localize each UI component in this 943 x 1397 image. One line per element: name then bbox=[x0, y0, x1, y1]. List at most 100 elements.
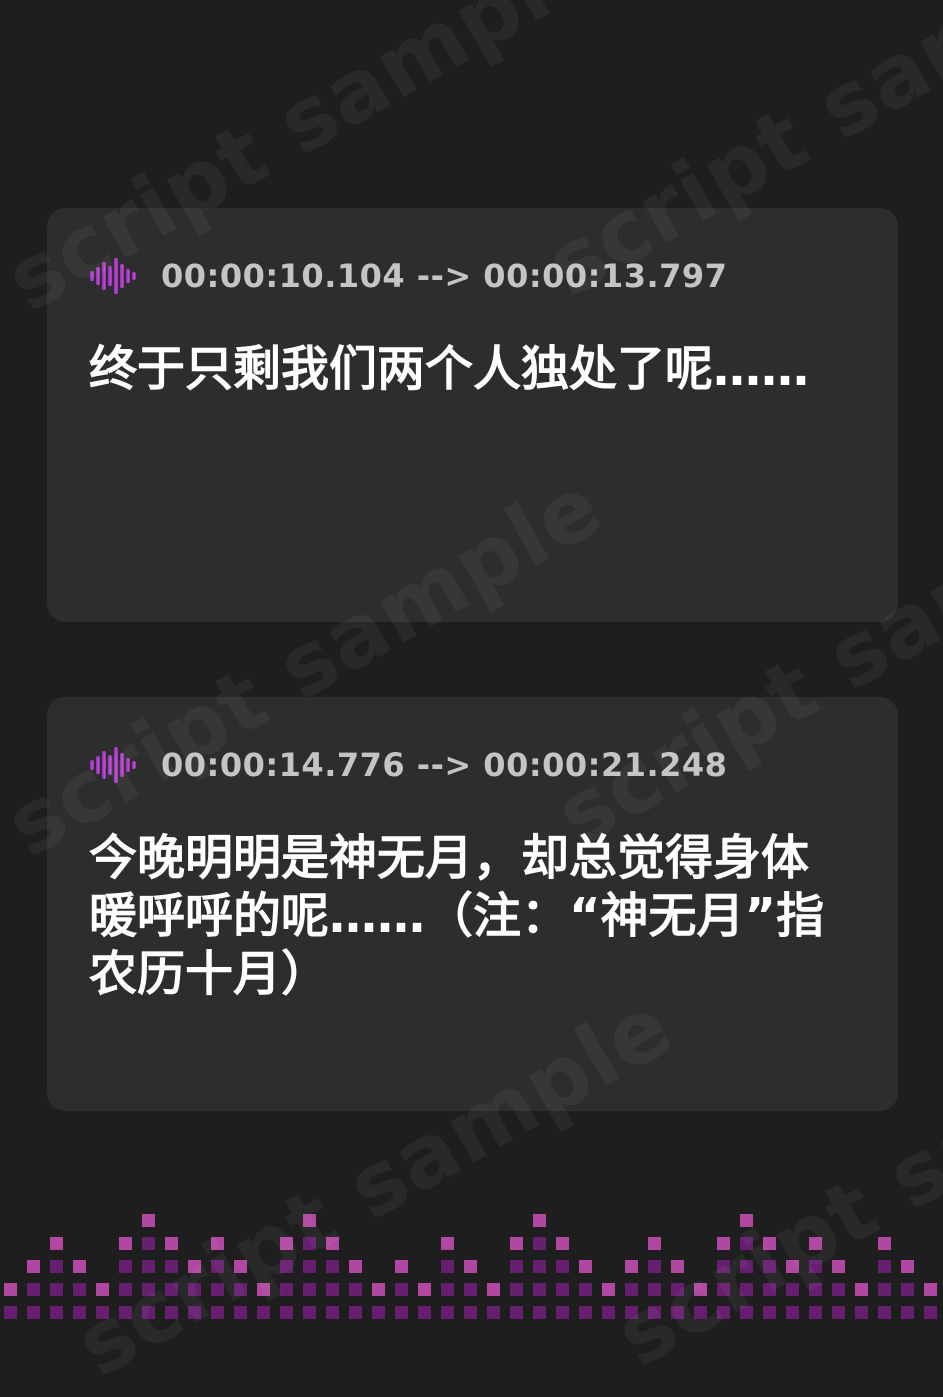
equalizer-block bbox=[50, 1237, 63, 1250]
equalizer-block bbox=[119, 1306, 132, 1319]
equalizer-block bbox=[602, 1283, 615, 1296]
equalizer-block bbox=[717, 1260, 730, 1273]
equalizer-block bbox=[165, 1237, 178, 1250]
equalizer-block bbox=[510, 1237, 523, 1250]
equalizer-block bbox=[188, 1283, 201, 1296]
equalizer-block bbox=[717, 1306, 730, 1319]
equalizer-block bbox=[648, 1237, 661, 1250]
equalizer-block bbox=[257, 1306, 270, 1319]
equalizer-block bbox=[556, 1283, 569, 1296]
equalizer-block bbox=[763, 1260, 776, 1273]
equalizer-block bbox=[671, 1283, 684, 1296]
timestamp-row: 00:00:14.776 --> 00:00:21.248 bbox=[89, 745, 727, 785]
equalizer-block bbox=[809, 1237, 822, 1250]
equalizer-block bbox=[188, 1260, 201, 1273]
equalizer-block bbox=[119, 1237, 132, 1250]
equalizer-block bbox=[303, 1306, 316, 1319]
equalizer-block bbox=[625, 1260, 638, 1273]
equalizer-block bbox=[188, 1306, 201, 1319]
equalizer-block bbox=[510, 1283, 523, 1296]
equalizer-block bbox=[441, 1260, 454, 1273]
equalizer-block bbox=[50, 1260, 63, 1273]
equalizer-block bbox=[395, 1260, 408, 1273]
equalizer-block bbox=[441, 1306, 454, 1319]
timestamp-row: 00:00:10.104 --> 00:00:13.797 bbox=[89, 256, 727, 296]
equalizer-block bbox=[326, 1283, 339, 1296]
equalizer-block bbox=[809, 1306, 822, 1319]
equalizer-block bbox=[625, 1306, 638, 1319]
sound-wave-icon bbox=[90, 747, 136, 783]
sound-wave-icon bbox=[90, 258, 136, 294]
equalizer-block bbox=[901, 1260, 914, 1273]
equalizer-block bbox=[50, 1306, 63, 1319]
equalizer-block bbox=[303, 1260, 316, 1273]
equalizer-block bbox=[234, 1283, 247, 1296]
equalizer-block bbox=[211, 1237, 224, 1250]
equalizer-block bbox=[142, 1237, 155, 1250]
equalizer-block bbox=[901, 1283, 914, 1296]
equalizer-block bbox=[694, 1306, 707, 1319]
equalizer-block bbox=[4, 1283, 17, 1296]
equalizer-block bbox=[786, 1260, 799, 1273]
equalizer-block bbox=[326, 1306, 339, 1319]
equalizer-block bbox=[303, 1283, 316, 1296]
equalizer-block bbox=[464, 1260, 477, 1273]
equalizer-block bbox=[556, 1306, 569, 1319]
equalizer-block bbox=[533, 1260, 546, 1273]
equalizer-block bbox=[763, 1306, 776, 1319]
equalizer-block bbox=[671, 1306, 684, 1319]
equalizer-block bbox=[878, 1237, 891, 1250]
equalizer-block bbox=[763, 1237, 776, 1250]
equalizer-block bbox=[73, 1306, 86, 1319]
equalizer-block bbox=[924, 1283, 937, 1296]
equalizer-block bbox=[740, 1237, 753, 1250]
equalizer-block bbox=[579, 1283, 592, 1296]
equalizer-block bbox=[763, 1283, 776, 1296]
equalizer-block bbox=[96, 1283, 109, 1296]
equalizer-block bbox=[464, 1306, 477, 1319]
timestamp: 00:00:10.104 --> 00:00:13.797 bbox=[161, 257, 728, 295]
equalizer-block bbox=[717, 1237, 730, 1250]
equalizer-block bbox=[855, 1306, 868, 1319]
subtitle-card: 00:00:10.104 --> 00:00:13.797 终于只剩我们两个人独… bbox=[47, 208, 898, 622]
equalizer-block bbox=[280, 1306, 293, 1319]
equalizer-block bbox=[441, 1237, 454, 1250]
equalizer-block bbox=[809, 1283, 822, 1296]
equalizer-block bbox=[27, 1306, 40, 1319]
equalizer-block bbox=[464, 1283, 477, 1296]
equalizer-block bbox=[533, 1237, 546, 1250]
equalizer-block bbox=[786, 1306, 799, 1319]
equalizer-block bbox=[395, 1283, 408, 1296]
equalizer-block bbox=[119, 1283, 132, 1296]
equalizer-block bbox=[740, 1260, 753, 1273]
equalizer-block bbox=[349, 1260, 362, 1273]
equalizer-decoration bbox=[4, 1214, 937, 1319]
equalizer-block bbox=[625, 1283, 638, 1296]
equalizer-block bbox=[556, 1237, 569, 1250]
equalizer-block bbox=[211, 1260, 224, 1273]
equalizer-block bbox=[878, 1306, 891, 1319]
equalizer-block bbox=[579, 1306, 592, 1319]
watermark-layer: script sample script sample script sampl… bbox=[0, 0, 943, 1397]
equalizer-block bbox=[165, 1306, 178, 1319]
equalizer-block bbox=[901, 1306, 914, 1319]
equalizer-block bbox=[556, 1260, 569, 1273]
subtitle-text: 今晚明明是神无月，却总觉得身体暖呼呼的呢……（注：“神无月”指农历十月） bbox=[89, 830, 825, 1002]
equalizer-block bbox=[671, 1260, 684, 1273]
equalizer-block bbox=[303, 1214, 316, 1227]
equalizer-block bbox=[119, 1260, 132, 1273]
equalizer-block bbox=[4, 1306, 17, 1319]
equalizer-block bbox=[602, 1306, 615, 1319]
equalizer-block bbox=[349, 1283, 362, 1296]
equalizer-block bbox=[165, 1260, 178, 1273]
equalizer-block bbox=[832, 1306, 845, 1319]
subtitle-text: 终于只剩我们两个人独处了呢…… bbox=[89, 341, 810, 397]
equalizer-block bbox=[349, 1306, 362, 1319]
equalizer-block bbox=[740, 1283, 753, 1296]
equalizer-block bbox=[648, 1260, 661, 1273]
equalizer-block bbox=[533, 1283, 546, 1296]
equalizer-block bbox=[234, 1260, 247, 1273]
equalizer-block bbox=[142, 1283, 155, 1296]
equalizer-block bbox=[832, 1283, 845, 1296]
equalizer-block bbox=[280, 1237, 293, 1250]
